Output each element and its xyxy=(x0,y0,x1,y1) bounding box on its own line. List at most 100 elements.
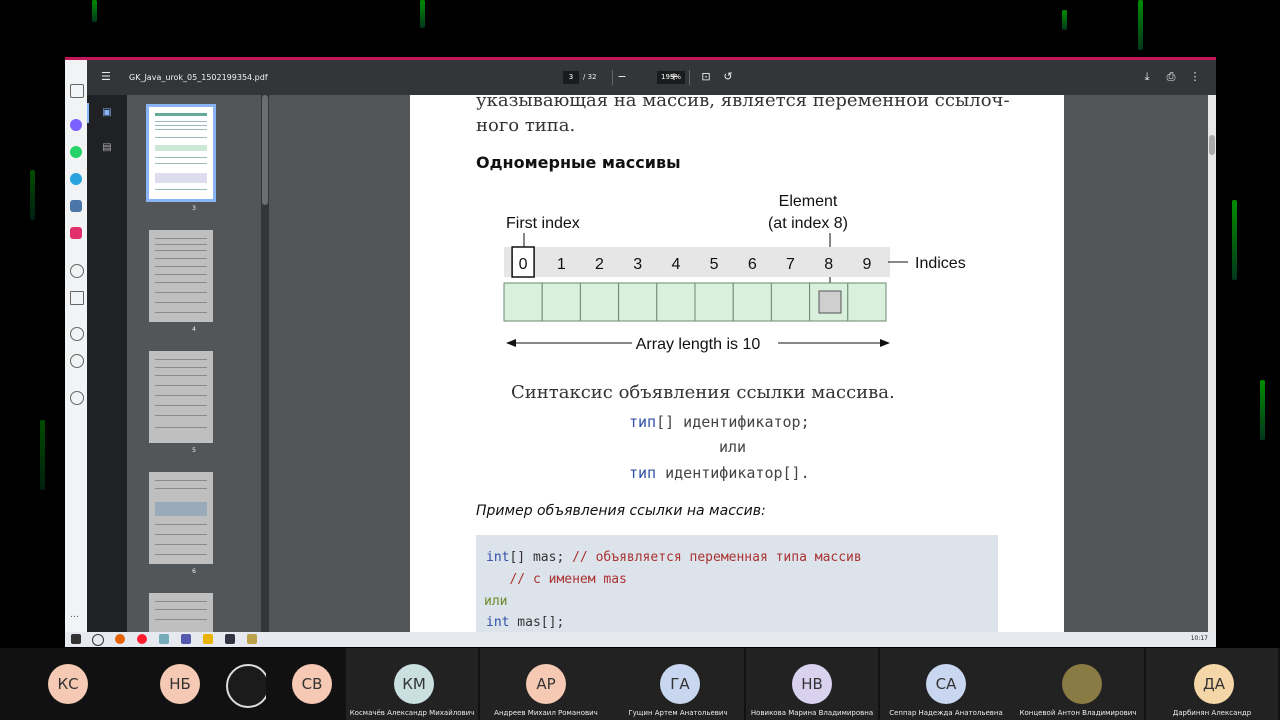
participant-name: Концевой Антон Владимирович xyxy=(1019,709,1137,717)
index-label: 9 xyxy=(862,256,871,273)
page-thumbnail[interactable] xyxy=(146,104,216,202)
code-or: или xyxy=(484,594,508,609)
participant-avatar: ДА xyxy=(1194,664,1234,704)
index-label: 8 xyxy=(824,256,833,273)
participant-tile[interactable]: АР Андреев Михаил Романович xyxy=(480,648,612,720)
code-declaration: [] mas; xyxy=(509,550,573,565)
messenger-icon[interactable] xyxy=(70,119,82,131)
player-icon[interactable] xyxy=(70,264,84,278)
thumbnail-label: 5 xyxy=(192,447,196,454)
code-line-4: int mas[]; xyxy=(486,615,564,630)
participant-tile[interactable] xyxy=(200,648,270,720)
syntax-line-2: тип идентификатор[]. xyxy=(629,464,810,482)
document-scrollbar[interactable] xyxy=(1208,95,1216,632)
syntax-type-keyword: тип xyxy=(629,413,657,431)
array-cell xyxy=(694,282,734,322)
thumbnail-list: 3 4 5 6 xyxy=(127,95,261,633)
index-label: 6 xyxy=(748,256,757,273)
page-thumbnail[interactable] xyxy=(149,472,213,564)
participant-name: Гущин Артем Анатольевич xyxy=(628,709,728,717)
page-thumbnail[interactable] xyxy=(149,230,213,322)
app-icon[interactable] xyxy=(159,634,169,644)
participant-avatar: СА xyxy=(926,664,966,704)
participant-tile[interactable]: КС xyxy=(0,648,88,720)
array-cell xyxy=(847,282,887,322)
participant-tile[interactable]: ГА Гущин Артем Анатольевич xyxy=(612,648,744,720)
index-label: 0 xyxy=(519,256,528,273)
browser-window: … ☰ GK_Java_urok_05_1502199354.pdf 3 / 3… xyxy=(65,57,1216,647)
vk-icon[interactable] xyxy=(70,200,82,212)
file-name: GK_Java_urok_05_1502199354.pdf xyxy=(129,73,268,82)
code-example: int[] mas; // объявляется переменная тип… xyxy=(476,535,998,632)
more-actions-icon[interactable]: ⋮ xyxy=(1187,69,1203,85)
download-icon[interactable]: ⤓ xyxy=(1139,69,1155,85)
toolbar-divider xyxy=(689,70,690,85)
index-label: 3 xyxy=(633,256,642,273)
folder-icon[interactable] xyxy=(203,634,213,644)
page-thumbnail[interactable] xyxy=(149,351,213,443)
participant-tile[interactable]: КМ Космачёв Александр Михайлович xyxy=(346,648,478,720)
example-heading: Пример объявления ссылки на массив: xyxy=(476,503,766,519)
participant-tile[interactable]: Концевой Антон Владимирович xyxy=(1012,648,1144,720)
heart-icon[interactable] xyxy=(70,327,84,341)
participant-tile[interactable]: СА Сеппар Надежда Анатольевна xyxy=(880,648,1012,720)
zoom-out-button[interactable]: − xyxy=(614,69,630,85)
participant-tile[interactable]: НБ xyxy=(132,648,200,720)
lightbulb-icon[interactable] xyxy=(70,391,84,405)
element-label-line-1: Element xyxy=(779,193,838,210)
firefox-icon[interactable] xyxy=(115,634,125,644)
instagram-icon[interactable] xyxy=(70,227,82,239)
app-icon[interactable] xyxy=(225,634,235,644)
participant-name: Космачёв Александр Михайлович xyxy=(349,709,475,717)
syntax-line-1: тип[] идентификатор; xyxy=(629,413,810,431)
rotate-icon[interactable]: ↺ xyxy=(720,69,736,85)
more-icon[interactable]: … xyxy=(70,611,82,624)
page-count: / 32 xyxy=(583,73,597,81)
participant-name: Дарбинян Александр xyxy=(1172,709,1252,717)
code-declaration: mas[]; xyxy=(509,615,565,630)
scrollbar-thumb[interactable] xyxy=(262,95,268,205)
array-cell xyxy=(503,282,543,322)
thumbnail-label: 3 xyxy=(192,205,196,212)
index-label: 5 xyxy=(710,256,719,273)
page-number-input[interactable]: 3 xyxy=(563,71,579,84)
thumbnail-scrollbar[interactable] xyxy=(261,95,269,632)
send-icon[interactable] xyxy=(70,291,84,305)
pdf-toolbar: ☰ GK_Java_urok_05_1502199354.pdf 3 / 32 … xyxy=(87,60,1216,95)
page-thumbnail[interactable] xyxy=(149,593,213,633)
highlighted-element xyxy=(818,290,842,314)
array-cell xyxy=(618,282,658,322)
fit-page-icon[interactable]: ⊡ xyxy=(698,69,714,85)
app-icon[interactable] xyxy=(247,634,257,644)
syntax-identifier: [] идентификатор; xyxy=(656,413,810,431)
settings-icon[interactable] xyxy=(70,354,84,368)
zoom-in-button[interactable]: + xyxy=(666,69,682,85)
thumbnails-tab-icon[interactable]: ▣ xyxy=(87,103,117,123)
menu-icon[interactable]: ☰ xyxy=(101,71,113,83)
array-cell xyxy=(770,282,811,322)
outline-tab-icon[interactable]: ▤ xyxy=(97,138,117,158)
participant-tile[interactable]: НВ Новикова Марина Владимировна xyxy=(746,648,878,720)
teams-icon[interactable] xyxy=(181,634,191,644)
whatsapp-icon[interactable] xyxy=(70,146,82,158)
search-icon[interactable] xyxy=(92,634,104,646)
toolbar-divider xyxy=(612,70,613,85)
document-viewport[interactable]: указывающая на массив, является переменн… xyxy=(269,95,1208,632)
participant-avatar: ГА xyxy=(660,664,700,704)
scrollbar-thumb[interactable] xyxy=(1209,135,1215,155)
telegram-icon[interactable] xyxy=(70,173,82,185)
participant-avatar: КС xyxy=(48,664,88,704)
opera-icon[interactable] xyxy=(137,634,147,644)
participant-tile[interactable]: СВ xyxy=(266,648,332,720)
code-line-1: int[] mas; // объявляется переменная тип… xyxy=(486,550,862,565)
left-arrowhead xyxy=(506,339,516,347)
participant-name: Андреев Михаил Романович xyxy=(494,709,598,717)
print-icon[interactable]: ⎙ xyxy=(1163,69,1179,85)
code-comment: // объявляется переменная типа массив xyxy=(572,550,862,565)
index-label: 1 xyxy=(557,256,566,273)
syntax-or: или xyxy=(719,438,747,456)
windows-start-icon[interactable] xyxy=(71,634,81,644)
participant-tile[interactable]: ДА Дарбинян Александр xyxy=(1146,648,1278,720)
syntax-title: Синтаксис объявления ссылки массива. xyxy=(511,382,895,403)
home-icon[interactable] xyxy=(70,84,84,98)
